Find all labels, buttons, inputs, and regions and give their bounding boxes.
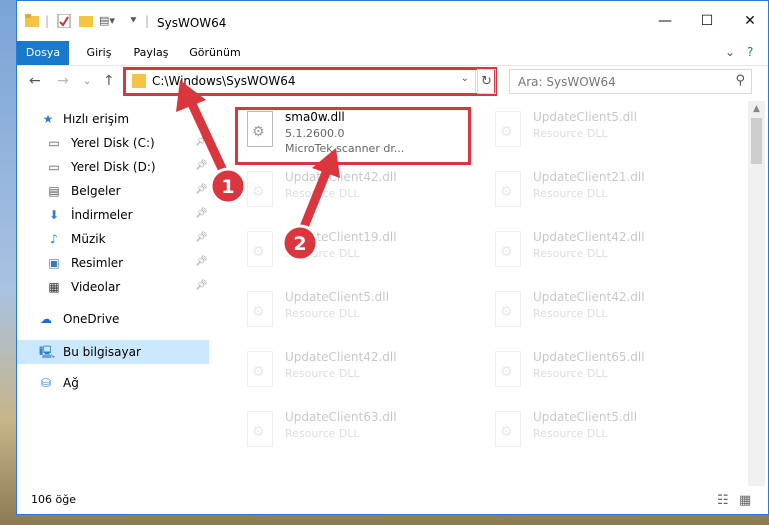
marker-1-label: 1: [221, 176, 234, 198]
marker-2-label: 2: [293, 233, 306, 255]
arrow-1: [176, 80, 230, 180]
annotation-arrows: 1 2: [176, 80, 340, 262]
arrow-2: [297, 148, 340, 237]
